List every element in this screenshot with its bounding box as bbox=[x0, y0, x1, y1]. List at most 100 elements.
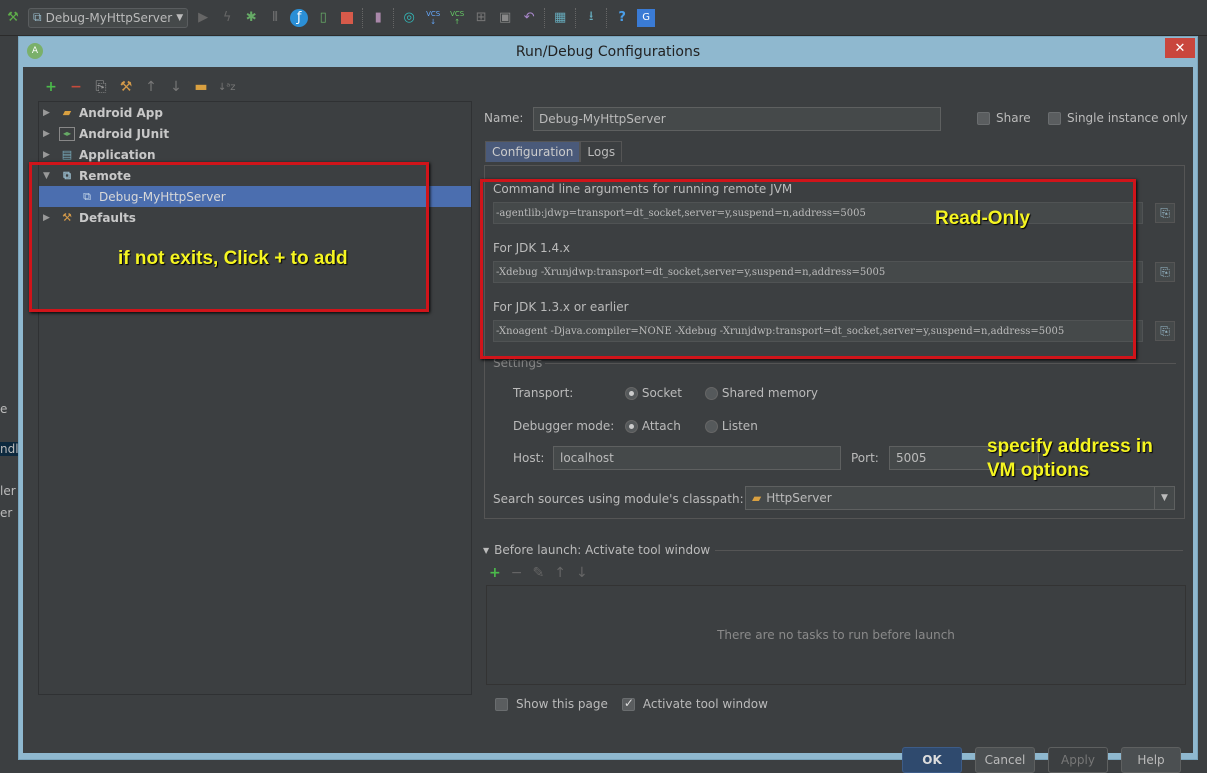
help-icon[interactable]: ? bbox=[613, 9, 631, 27]
ok-button[interactable]: OK bbox=[902, 747, 962, 773]
dialog-title: Run/Debug Configurations bbox=[515, 44, 701, 60]
copy-icon[interactable]: ⎘ bbox=[1155, 203, 1175, 223]
run-config-combo[interactable]: ⧉ Debug-MyHttpServer ▼ bbox=[28, 7, 189, 28]
vcs-commit-icon[interactable]: VCS ↑ bbox=[448, 9, 466, 27]
tab-configuration[interactable]: Configuration bbox=[485, 141, 581, 162]
run-debug-dialog: A Run/Debug Configurations ✕ + − ⎘ ⚒ ↑ ↓… bbox=[18, 36, 1198, 773]
debug-icon[interactable]: ✱ bbox=[242, 9, 260, 27]
show-page-checkbox[interactable] bbox=[495, 697, 508, 711]
single-instance-checkbox[interactable]: Single instance only bbox=[1048, 111, 1188, 125]
name-input[interactable]: Debug-MyHttpServer bbox=[533, 107, 941, 131]
toolbar-separator bbox=[362, 7, 364, 28]
avd-manager-icon[interactable]: ▮ bbox=[369, 9, 387, 27]
before-launch-title: Before launch: Activate tool window bbox=[494, 543, 711, 557]
lightning-icon[interactable]: ϟ bbox=[218, 9, 236, 27]
transport-socket-radio[interactable]: Socket bbox=[625, 386, 682, 400]
host-input[interactable]: localhost bbox=[553, 446, 841, 470]
expand-arrow-icon[interactable]: ▶ bbox=[43, 108, 59, 118]
transport-shared-memory-radio[interactable]: Shared memory bbox=[705, 386, 818, 400]
android-studio-icon: A bbox=[27, 43, 43, 59]
apply-button[interactable]: Apply bbox=[1048, 747, 1108, 773]
module-icon: ▰ bbox=[752, 491, 762, 505]
tree-item-android-app[interactable]: ▶ ▰ Android App bbox=[39, 102, 471, 123]
radio-button[interactable] bbox=[625, 387, 638, 400]
debugger-attach-radio[interactable]: Attach bbox=[625, 419, 681, 433]
copy-icon[interactable]: ⎘ bbox=[1155, 262, 1175, 282]
radio-label: Shared memory bbox=[721, 386, 819, 400]
radio-label: Listen bbox=[721, 419, 758, 433]
chevron-down-icon[interactable]: ▼ bbox=[1154, 487, 1174, 509]
vcs-compare-icon[interactable]: ⊞ bbox=[472, 9, 490, 27]
vcs-history-icon[interactable]: ▣ bbox=[496, 9, 514, 27]
expand-arrow-icon[interactable]: ▶ bbox=[43, 150, 59, 160]
move-down-icon[interactable]: ↓ bbox=[168, 79, 184, 95]
debugger-listen-radio[interactable]: Listen bbox=[705, 419, 758, 433]
vcs-label: VCS bbox=[450, 9, 465, 18]
toolbar-separator bbox=[393, 7, 395, 28]
single-instance-label: Single instance only bbox=[1067, 111, 1188, 125]
profile-icon[interactable]: ƒ bbox=[290, 8, 309, 27]
share-check-box[interactable] bbox=[977, 111, 990, 125]
folder-icon[interactable]: ▬ bbox=[193, 79, 209, 95]
radio-label: Socket bbox=[641, 386, 682, 400]
activate-tool-window-checkbox[interactable] bbox=[621, 696, 635, 711]
ide-text-fragment: ler bbox=[0, 484, 16, 498]
close-button[interactable]: ✕ bbox=[1165, 38, 1195, 58]
tree-item-android-junit[interactable]: ▶ ◂▸ Android JUnit bbox=[39, 123, 471, 144]
move-task-up-icon[interactable]: ↑ bbox=[554, 565, 566, 581]
ide-toolbar: ⚒ ⧉ Debug-MyHttpServer ▼ ▶ ϟ ✱ ⫴ ƒ ▯ ▮ ◎… bbox=[0, 0, 1207, 36]
move-task-down-icon[interactable]: ↓ bbox=[576, 565, 588, 581]
copy-icon[interactable]: ⎘ bbox=[1155, 321, 1175, 341]
stop-icon[interactable] bbox=[338, 9, 356, 27]
single-instance-check-box[interactable] bbox=[1048, 111, 1061, 125]
classpath-select[interactable]: ▰ HttpServer ▼ bbox=[745, 486, 1175, 510]
sdk-manager-icon[interactable]: ⭳ bbox=[582, 9, 600, 27]
project-structure-icon[interactable]: ▦ bbox=[551, 9, 569, 27]
collapse-arrow-icon[interactable]: ▼ bbox=[483, 546, 489, 555]
cancel-button[interactable]: Cancel bbox=[975, 747, 1035, 773]
remove-icon[interactable]: − bbox=[68, 79, 84, 95]
annotation-address-line2: VM options bbox=[987, 460, 1090, 481]
toolbar-separator bbox=[606, 7, 608, 28]
add-task-icon[interactable]: + bbox=[489, 565, 501, 581]
ide-text-fragment: e bbox=[0, 402, 8, 416]
help-button[interactable]: Help bbox=[1121, 747, 1181, 773]
translate-icon[interactable]: G bbox=[637, 8, 656, 27]
move-up-icon[interactable]: ↑ bbox=[143, 79, 159, 95]
coverage-icon[interactable]: ⫴ bbox=[266, 9, 284, 27]
tab-logs[interactable]: Logs bbox=[580, 141, 623, 162]
toolbar-separator bbox=[575, 7, 577, 28]
empty-tasks-text: There are no tasks to run before launch bbox=[717, 628, 955, 642]
activate-tool-window-label: Activate tool window bbox=[642, 697, 768, 711]
radio-button[interactable] bbox=[705, 387, 718, 400]
device-icon[interactable]: ▯ bbox=[314, 9, 332, 27]
tree-item-label: Application bbox=[79, 147, 156, 162]
application-icon: ▤ bbox=[61, 148, 73, 161]
remove-task-icon[interactable]: − bbox=[511, 565, 523, 581]
edit-task-icon[interactable]: ✎ bbox=[532, 565, 544, 581]
classpath-label: Search sources using module's classpath: bbox=[493, 492, 744, 506]
ide-background-panel: e ndl ler er bbox=[0, 36, 20, 760]
run-config-icon: ⧉ bbox=[33, 10, 42, 24]
vcs-update-icon[interactable]: VCS ↓ bbox=[424, 9, 442, 27]
revert-icon[interactable]: ↶ bbox=[520, 9, 538, 27]
radio-button[interactable] bbox=[625, 420, 638, 433]
config-tabs: Configuration Logs bbox=[485, 141, 623, 162]
radio-button[interactable] bbox=[705, 420, 718, 433]
edit-defaults-icon[interactable]: ⚒ bbox=[118, 79, 134, 95]
before-launch-section: ▼ Before launch: Activate tool window + … bbox=[483, 543, 1186, 711]
sync-icon[interactable]: ◎ bbox=[400, 9, 418, 27]
expand-arrow-icon[interactable]: ▶ bbox=[43, 129, 59, 139]
add-icon[interactable]: + bbox=[43, 79, 59, 95]
annotation-box-add bbox=[29, 162, 429, 312]
run-icon[interactable]: ▶ bbox=[194, 9, 212, 27]
sort-icon[interactable]: ↓ᵃz bbox=[218, 82, 236, 93]
name-label: Name: bbox=[484, 111, 524, 125]
toolbar-separator bbox=[544, 7, 546, 28]
debugger-mode-label: Debugger mode: bbox=[513, 419, 615, 433]
make-icon[interactable]: ⚒ bbox=[4, 9, 22, 27]
host-label: Host: bbox=[513, 451, 545, 465]
config-toolbar: + − ⎘ ⚒ ↑ ↓ ▬ ↓ᵃz bbox=[43, 79, 236, 95]
share-checkbox[interactable]: Share bbox=[977, 111, 1031, 125]
copy-icon[interactable]: ⎘ bbox=[93, 79, 109, 95]
